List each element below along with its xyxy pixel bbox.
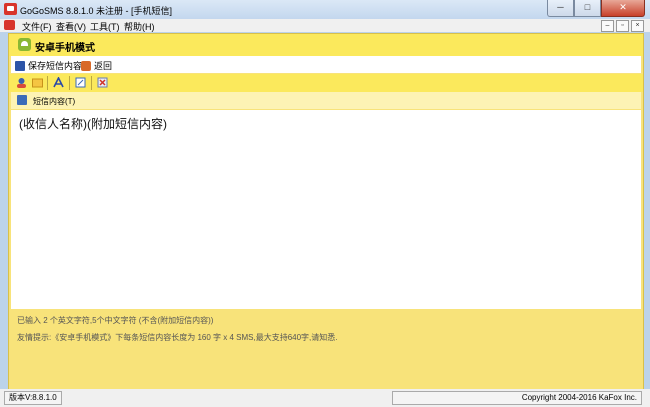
minimize-button[interactable]: ─	[547, 0, 574, 17]
sms-panel: 安卓手机模式 保存短信内容 返回 短信内容(T) (收信人名称)(附加短信内容)…	[8, 33, 644, 391]
copyright-label: Copyright 2004-2016 KaFox Inc.	[392, 391, 642, 405]
mdi-close-button[interactable]: ×	[631, 20, 644, 32]
back-button[interactable]: 返回	[81, 59, 112, 72]
tab-sms-content[interactable]: 短信内容(T)	[33, 96, 75, 107]
menu-view[interactable]: 查看(V)	[56, 20, 86, 33]
toolbar-separator	[69, 76, 70, 90]
edit-icon[interactable]	[75, 77, 86, 88]
mdi-restore-button[interactable]: ▫	[616, 20, 629, 32]
status-bar: 版本V:8.8.1.0 Copyright 2004-2016 KaFox In…	[0, 389, 650, 407]
char-count: 已输入 2 个英文字符,5个中文字符 (不含(附加短信内容))	[17, 316, 214, 325]
delete-icon[interactable]	[97, 77, 108, 88]
version-label: 版本V:8.8.1.0	[4, 391, 62, 405]
address-book-icon[interactable]	[16, 77, 27, 88]
close-button[interactable]: ✕	[601, 0, 645, 17]
window-controls: ─ □ ✕	[547, 0, 645, 17]
mdi-minimize-button[interactable]: –	[601, 20, 614, 32]
panel-header: 安卓手机模式	[9, 34, 643, 56]
app-logo-icon	[4, 3, 17, 15]
sms-editor[interactable]: (收信人名称)(附加短信内容)	[11, 110, 641, 309]
mode-title: 安卓手机模式	[35, 43, 95, 54]
title-bar: GoGoSMS 8.8.1.0 未注册 - [手机短信] ─ □ ✕	[0, 0, 650, 19]
sms-editor-text[interactable]: (收信人名称)(附加短信内容)	[19, 115, 167, 132]
format-toolbar	[9, 74, 643, 92]
maximize-button[interactable]: □	[574, 0, 601, 17]
back-icon	[81, 60, 91, 71]
sms-content-icon	[17, 95, 27, 105]
save-button[interactable]: 保存短信内容	[15, 59, 82, 72]
mdi-controls: – ▫ ×	[601, 20, 644, 32]
app-menu-icon[interactable]	[4, 20, 15, 30]
toolbar-separator	[47, 76, 48, 90]
window-title: GoGoSMS 8.8.1.0 未注册 - [手机短信]	[20, 6, 173, 16]
toolbar-separator	[91, 76, 92, 90]
back-label: 返回	[94, 61, 113, 71]
menu-bar: 文件(F) 查看(V) 工具(T) 帮助(H) – ▫ ×	[0, 19, 650, 32]
menu-tools[interactable]: 工具(T)	[90, 20, 120, 33]
save-label: 保存短信内容	[28, 61, 83, 71]
font-icon[interactable]	[53, 76, 64, 88]
content-tab-row: 短信内容(T)	[11, 92, 641, 109]
hint-text: 友情提示:《安卓手机模式》下每条短信内容长度为 160 字 x 4 SMS,最大…	[17, 333, 338, 342]
menu-file[interactable]: 文件(F)	[22, 20, 52, 33]
menu-help[interactable]: 帮助(H)	[124, 20, 155, 33]
save-icon	[15, 60, 25, 71]
folder-icon[interactable]	[32, 77, 43, 88]
android-icon	[18, 38, 31, 51]
action-toolbar: 保存短信内容 返回	[11, 56, 641, 73]
